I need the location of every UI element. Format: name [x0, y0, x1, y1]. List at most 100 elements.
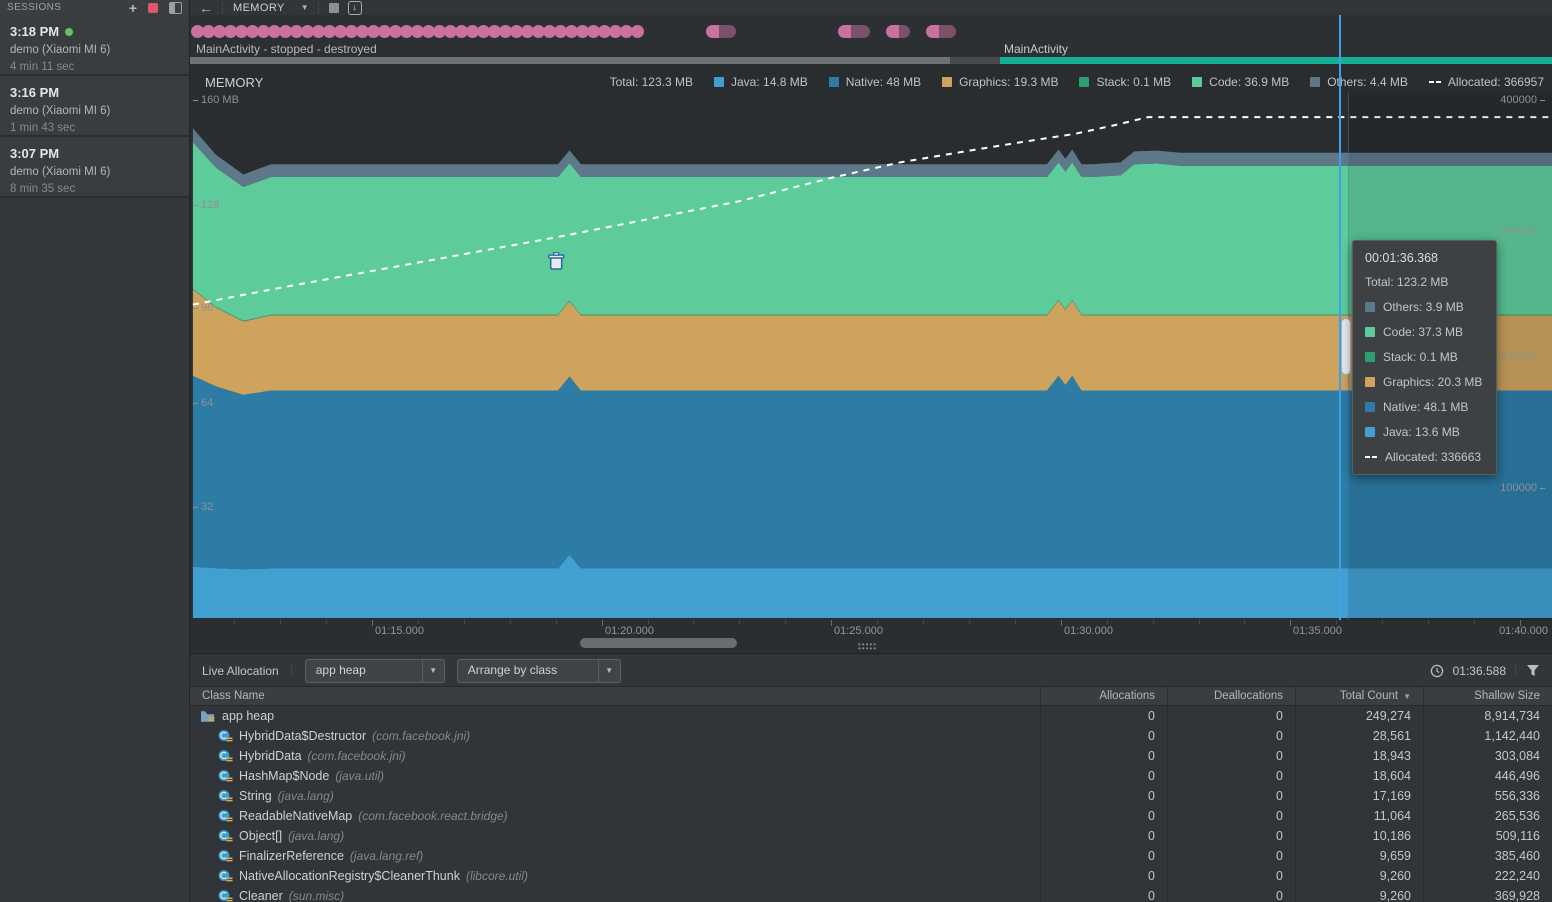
table-row[interactable]: NativeAllocationRegistry$CleanerThunk (li… — [190, 866, 1552, 886]
filter-icon[interactable] — [1526, 664, 1540, 677]
session-item[interactable]: 3:07 PM demo (Xiaomi MI 6) 8 min 35 sec — [0, 137, 189, 198]
cell-deallocations: 0 — [1167, 786, 1295, 806]
minor-tick — [1382, 620, 1383, 624]
table-row[interactable]: Object[] (java.lang) 0 0 10,186 509,116 — [190, 826, 1552, 846]
activity-event-dot — [630, 24, 644, 38]
profiler-selector[interactable]: MEMORY ▼ — [233, 2, 309, 14]
y-axis-right-label: 100000 — [1500, 482, 1545, 494]
legend-label: Native: 48 MB — [845, 75, 922, 89]
class-icon — [218, 769, 233, 783]
tooltip-time: 00:01:36.368 — [1365, 251, 1438, 265]
column-header-deallocations[interactable]: Deallocations — [1167, 687, 1295, 705]
legend-label: Allocated: 366957 — [1447, 75, 1544, 89]
axis-tick-label: 64 — [201, 397, 214, 409]
class-icon — [218, 789, 233, 803]
minor-tick — [693, 620, 694, 624]
toolbar-separator — [1515, 665, 1517, 676]
heap-dump-icon[interactable]: ↓ — [347, 0, 362, 15]
class-name: String — [239, 789, 272, 803]
axis-tick-label: 160 MB — [201, 94, 239, 106]
session-duration: 1 min 43 sec — [10, 122, 76, 134]
table-row[interactable]: ReadableNativeMap (com.facebook.react.bri… — [190, 806, 1552, 826]
heap-select[interactable]: app heap ▼ — [304, 658, 445, 683]
collapse-panel-icon[interactable] — [169, 1, 182, 14]
package-name: (java.lang) — [288, 829, 345, 843]
profiler-toolbar: ← MEMORY ▼ ↓ — [190, 0, 1552, 15]
clock-icon — [1430, 664, 1443, 677]
class-name: ReadableNativeMap — [239, 809, 353, 823]
legend-swatch — [1310, 77, 1321, 87]
stop-session-icon[interactable] — [148, 2, 158, 13]
arrange-select-value: Arrange by class — [467, 662, 558, 677]
minor-tick — [923, 620, 924, 624]
table-row[interactable]: String (java.lang) 0 0 17,169 556,336 — [190, 786, 1552, 806]
table-row[interactable]: HashMap$Node (java.util) 0 0 18,604 446,496 — [190, 766, 1552, 786]
class-name: HybridData$Destructor — [239, 729, 367, 743]
chart-title: MEMORY — [205, 75, 264, 90]
axis-tick-label: 300000 — [1500, 225, 1537, 237]
class-name: Object[] — [239, 829, 283, 843]
arrange-select[interactable]: Arrange by class ▼ — [456, 658, 621, 683]
legend-swatch — [828, 77, 839, 87]
table-row[interactable]: Cleaner (sun.misc) 0 0 9,260 369,928 — [190, 886, 1552, 902]
tooltip-row: Others: 3.9 MB — [1365, 300, 1484, 314]
session-item[interactable]: 3:16 PM demo (Xiaomi MI 6) 1 min 43 sec — [0, 76, 189, 137]
cell-allocations: 0 — [1040, 766, 1167, 786]
minor-tick — [1428, 620, 1429, 624]
back-icon[interactable]: ← — [199, 1, 213, 15]
cell-shallow-size: 556,336 — [1423, 786, 1552, 806]
column-header-class-name[interactable]: Class Name — [190, 690, 1040, 702]
minor-tick — [1015, 620, 1016, 624]
heap-folder-icon — [200, 710, 216, 723]
event-monitor[interactable]: MainActivity - stopped - destroyed MainA… — [190, 15, 1552, 65]
y-axis-left-label: 64 — [193, 397, 213, 409]
table-row[interactable]: HybridData$Destructor (com.facebook.jni) 0… — [190, 726, 1552, 746]
tooltip-label: Code: 37.3 MB — [1383, 325, 1464, 339]
table-body: app heap 0 0 249,274 8,914,734 HybridData$Des… — [190, 706, 1552, 902]
class-icon — [218, 889, 233, 902]
time-axis: 01:15.000 01:20.000 01:25.000 01:30.000 01:3… — [190, 620, 1552, 654]
major-tick — [372, 620, 373, 626]
major-tick — [831, 620, 832, 626]
profiler-selector-label: MEMORY — [233, 1, 285, 14]
class-icon — [218, 729, 233, 743]
column-header-shallow-size[interactable]: Shallow Size — [1423, 687, 1552, 705]
y-axis-left-label: 160 MB — [193, 94, 239, 106]
cell-class-name: NativeAllocationRegistry$CleanerThunk (li… — [190, 866, 1040, 886]
axis-tick-label: 100000 — [1500, 482, 1537, 494]
cell-class-name: FinalizerReference (java.lang.ref) — [190, 846, 1040, 866]
add-session-icon[interactable]: + — [129, 1, 137, 15]
activity-event-pill — [926, 24, 956, 38]
cell-deallocations: 0 — [1167, 746, 1295, 766]
cell-shallow-size: 8,914,734 — [1423, 706, 1552, 726]
class-icon — [218, 749, 233, 763]
splitter-grip[interactable]: ••••• ••••• — [858, 641, 877, 653]
y-axis-left-label: 32 — [193, 501, 213, 513]
cell-deallocations: 0 — [1167, 726, 1295, 746]
allocation-toolbar: Live Allocation app heap ▼ Arrange by cl… — [190, 655, 1552, 687]
chevron-down-icon: ▼ — [421, 659, 444, 682]
tooltip-label: Java: 13.6 MB — [1383, 425, 1460, 439]
selection-handle[interactable] — [1341, 318, 1351, 375]
table-header: Class Name Allocations Deallocations Tot… — [190, 687, 1552, 706]
table-row[interactable]: app heap 0 0 249,274 8,914,734 — [190, 706, 1552, 726]
table-row[interactable]: HybridData (com.facebook.jni) 0 0 18,943 303,… — [190, 746, 1552, 766]
minor-tick — [418, 620, 419, 624]
minor-tick — [556, 620, 557, 624]
cell-class-name: HybridData$Destructor (com.facebook.jni) — [190, 726, 1040, 746]
tooltip-row: Java: 13.6 MB — [1365, 425, 1484, 439]
cell-deallocations: 0 — [1167, 806, 1295, 826]
class-icon — [218, 829, 233, 843]
session-item[interactable]: 3:18 PM demo (Xiaomi MI 6) 4 min 11 sec — [0, 15, 189, 76]
cell-shallow-size: 222,240 — [1423, 866, 1552, 886]
timeline-selection-line[interactable] — [1339, 15, 1341, 620]
column-header-allocations[interactable]: Allocations — [1040, 687, 1167, 705]
table-row[interactable]: FinalizerReference (java.lang.ref) 0 0 9,659… — [190, 846, 1552, 866]
force-gc-icon[interactable] — [328, 2, 339, 13]
package-name: (com.facebook.jni) — [372, 729, 471, 743]
column-header-total-count[interactable]: Total Count ▼ — [1295, 687, 1423, 705]
class-icon — [218, 869, 233, 883]
live-indicator-dot — [65, 27, 74, 36]
timeline-scrollbar[interactable] — [580, 638, 737, 648]
cell-class-name: Cleaner (sun.misc) — [190, 886, 1040, 902]
